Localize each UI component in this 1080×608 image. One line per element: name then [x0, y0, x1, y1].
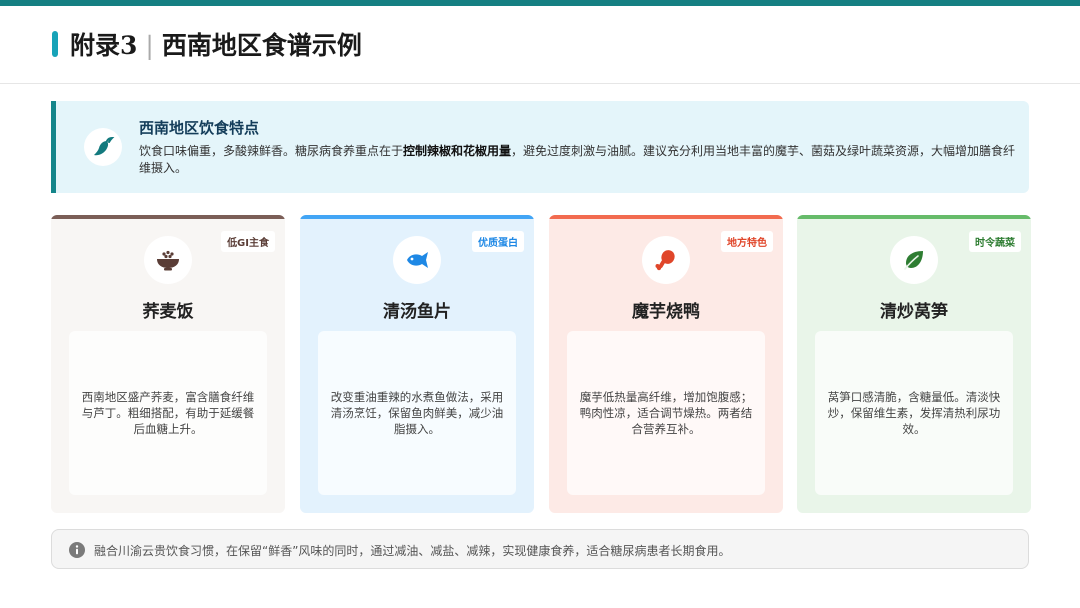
recipe-description: 莴笋口感清脆，含糖量低。清淡快炒，保留维生素，发挥清热利尿功效。: [827, 390, 1001, 436]
card-top-stripe: [51, 215, 285, 219]
recipe-description-box: 魔芋低热量高纤维，增加饱腹感；鸭肉性凉，适合调节燥热。两者结合营养互补。: [567, 331, 765, 495]
recipe-name: 荞麦饭: [142, 302, 194, 322]
recipe-description-box: 莴笋口感清脆，含糖量低。清淡快炒，保留维生素，发挥清热利尿功效。: [815, 331, 1013, 495]
recipe-card-clear-soup-fish: 优质蛋白 清汤鱼片 改变重油重辣的水煮鱼做法，采用清汤烹饪，保留鱼肉鲜美，减少油…: [300, 215, 534, 513]
recipe-description: 西南地区盛产荞麦，富含膳食纤维与芦丁。粗细搭配，有助于延缓餐后血糖上升。: [81, 390, 255, 436]
chili-pepper-icon: [84, 128, 122, 166]
card-badge: 地方特色: [721, 231, 773, 252]
page-header: 附录3 | 西南地区食谱示例: [0, 6, 1080, 84]
footer-note: 融合川渝云贵饮食习惯，在保留“鲜香”风味的同时，通过减油、减盐、减辣，实现健康食…: [51, 529, 1029, 569]
recipe-card-stir-fried-lettuce-stem: 时令蔬菜 清炒莴笋 莴笋口感清脆，含糖量低。清淡快炒，保留维生素，发挥清热利尿功…: [797, 215, 1031, 513]
recipe-name: 魔芋烧鸭: [632, 302, 700, 322]
recipe-description-box: 西南地区盛产荞麦，富含膳食纤维与芦丁。粗细搭配，有助于延缓餐后血糖上升。: [69, 331, 267, 495]
card-top-stripe: [549, 215, 783, 219]
card-badge: 优质蛋白: [472, 231, 524, 252]
leaf-icon: [890, 236, 938, 284]
recipe-description: 魔芋低热量高纤维，增加饱腹感；鸭肉性凉，适合调节燥热。两者结合营养互补。: [579, 390, 753, 436]
intro-text-part-1: 饮食口味偏重，多酸辣鲜香。糖尿病食养重点在于: [139, 144, 404, 158]
intro-text-bold: 控制辣椒和花椒用量: [403, 144, 512, 158]
title-accent-bar: [52, 31, 58, 57]
intro-heading: 西南地区饮食特点: [139, 119, 260, 137]
appendix-label: 附录3: [70, 31, 138, 60]
recipe-card-buckwheat-rice: 低GI主食 荞麦饭 西南地区盛产荞麦，富含膳食纤维与芦丁。粗细搭配，有助于延缓餐…: [51, 215, 285, 513]
title-text: 西南地区食谱示例: [161, 31, 362, 60]
drumstick-icon: [642, 236, 690, 284]
info-icon: [69, 542, 85, 558]
footer-text: 融合川渝云贵饮食习惯，在保留“鲜香”风味的同时，通过减油、减盐、减辣，实现健康食…: [94, 544, 731, 558]
recipe-name: 清汤鱼片: [383, 302, 451, 322]
title-separator: |: [145, 31, 154, 60]
intro-panel: 西南地区饮食特点 饮食口味偏重，多酸辣鲜香。糖尿病食养重点在于控制辣椒和花椒用量…: [51, 101, 1029, 193]
fish-icon: [393, 236, 441, 284]
rice-bowl-icon: [144, 236, 192, 284]
card-top-stripe: [300, 215, 534, 219]
recipe-card-konjac-duck: 地方特色 魔芋烧鸭 魔芋低热量高纤维，增加饱腹感；鸭肉性凉，适合调节燥热。两者结…: [549, 215, 783, 513]
intro-text: 饮食口味偏重，多酸辣鲜香。糖尿病食养重点在于控制辣椒和花椒用量，避免过度刺激与油…: [139, 143, 1019, 177]
recipe-description: 改变重油重辣的水煮鱼做法，采用清汤烹饪，保留鱼肉鲜美，减少油脂摄入。: [330, 390, 504, 436]
page-title: 附录3 | 西南地区食谱示例: [70, 26, 362, 62]
card-badge: 低GI主食: [221, 231, 275, 252]
recipe-name: 清炒莴笋: [880, 302, 948, 322]
recipe-description-box: 改变重油重辣的水煮鱼做法，采用清汤烹饪，保留鱼肉鲜美，减少油脂摄入。: [318, 331, 516, 495]
card-top-stripe: [797, 215, 1031, 219]
card-badge: 时令蔬菜: [969, 231, 1021, 252]
